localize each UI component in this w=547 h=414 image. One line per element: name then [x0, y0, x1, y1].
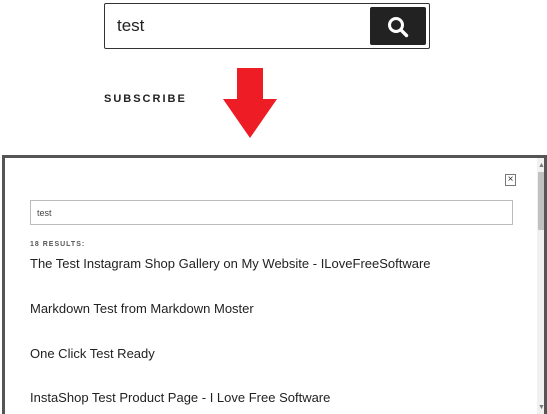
search-input[interactable]: test	[117, 16, 144, 36]
search-icon	[388, 17, 409, 38]
down-arrow-icon	[223, 68, 277, 138]
result-link[interactable]: The Test Instagram Shop Gallery on My We…	[30, 256, 431, 271]
result-link[interactable]: One Click Test Ready	[30, 346, 155, 361]
scroll-down-icon[interactable]: ▼	[538, 404, 544, 411]
results-count: 18 RESULTS:	[30, 241, 86, 248]
modal-search-field[interactable]: test	[30, 200, 513, 225]
scrollbar-thumb[interactable]	[538, 172, 544, 230]
close-button[interactable]: ×	[505, 174, 516, 186]
result-link[interactable]: Markdown Test from Markdown Moster	[30, 301, 254, 316]
search-button[interactable]	[370, 7, 426, 45]
search-form: test	[104, 3, 430, 49]
scroll-up-icon[interactable]: ▲	[538, 162, 544, 169]
subscribe-link[interactable]: SUBSCRIBE	[104, 93, 187, 105]
result-link[interactable]: InstaShop Test Product Page - I Love Fre…	[30, 390, 330, 405]
scrollbar[interactable]: ▲ ▼	[537, 158, 544, 414]
modal-search-value: test	[37, 208, 52, 218]
search-results-modal: × test 18 RESULTS: The Test Instagram Sh…	[2, 155, 547, 414]
